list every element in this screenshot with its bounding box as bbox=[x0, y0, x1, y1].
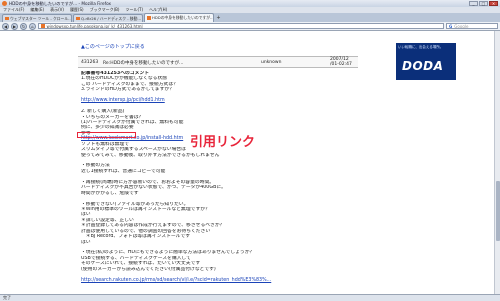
address-bar[interactable]: windowsxp.tunlife.pasokona.jp/_k/_431263… bbox=[38, 22, 444, 30]
page-viewport: ▲このページのトップに戻る 431263 Re:HDDの中身を移動したいのですが… bbox=[0, 31, 500, 294]
quote-link-annotation: 引用リンク bbox=[190, 135, 256, 150]
tab-label: HDDの中身を移動したいのですが… bbox=[152, 15, 214, 20]
quote-link-highlight bbox=[77, 132, 136, 138]
tab-favicon-icon bbox=[76, 16, 80, 21]
tab-hard-disk[interactable]: Q-rBr26 / ハードディスク - 移動… bbox=[73, 14, 143, 22]
tab-label: Q-rBr26 / ハードディスク - 移動… bbox=[81, 15, 142, 21]
tab-label: ウェブマスター ツール - クロール… bbox=[10, 15, 72, 21]
ad-tagline: いい転職に、出会える場所。 bbox=[398, 45, 444, 49]
window-controls: _ □ × bbox=[469, 1, 498, 6]
site-favicon-icon bbox=[41, 24, 45, 28]
forward-button[interactable]: ▶ bbox=[11, 22, 18, 30]
google-icon: G bbox=[449, 23, 453, 29]
firefox-icon bbox=[2, 1, 7, 6]
scrollbar-thumb[interactable] bbox=[496, 181, 500, 241]
ad-brand: DODA bbox=[402, 59, 444, 73]
back-to-top-link[interactable]: ▲このページのトップに戻る bbox=[81, 43, 145, 50]
tab-favicon-icon bbox=[5, 16, 9, 21]
maximize-button[interactable]: □ bbox=[479, 1, 488, 6]
entry-date: 2007/12/01-02:47 bbox=[330, 57, 352, 67]
window-title: HDDの中身を移動したいのですが… - Mozilla Firefox bbox=[9, 0, 112, 6]
reload-button[interactable]: ↻ bbox=[20, 22, 27, 30]
back-button[interactable]: ◀ bbox=[2, 22, 9, 30]
tab-favicon-icon bbox=[147, 16, 151, 20]
comment-link[interactable]: http://search.rakuten.co.jp/rms/sd/searc… bbox=[81, 278, 356, 283]
search-placeholder: Google bbox=[454, 23, 469, 29]
page-content: ▲このページのトップに戻る 431263 Re:HDDの中身を移動したいのですが… bbox=[70, 31, 360, 294]
close-button[interactable]: × bbox=[489, 1, 498, 6]
status-bar: 完了 bbox=[0, 294, 500, 301]
entry-subject[interactable]: Re:HDDの中身を移動したいのですが… bbox=[103, 60, 184, 66]
new-tab-button[interactable]: + bbox=[215, 15, 222, 22]
doda-ad-banner[interactable]: いい転職に、出会える場所。 DODA bbox=[396, 43, 456, 80]
search-input[interactable]: G Google bbox=[446, 22, 498, 30]
entry-author: unknown bbox=[261, 60, 282, 65]
vertical-scrollbar[interactable] bbox=[494, 31, 500, 294]
entry-id: 431263 bbox=[81, 60, 99, 65]
address-url: windowsxp.tunlife.pasokona.jp/_k/_431263… bbox=[46, 23, 143, 29]
comment-body: 記事番号431253へのコメント 1.現在のHDDCがが機能しなくなる状態 この ハ… bbox=[81, 71, 356, 283]
home-button[interactable]: ⌂ bbox=[29, 22, 36, 30]
window-titlebar: HDDの中身を移動したいのですが… - Mozilla Firefox _ □ … bbox=[0, 0, 500, 7]
tab-hdd-question[interactable]: HDDの中身を移動したいのですが… × bbox=[144, 13, 214, 22]
entry-date-line2: /01-02:47 bbox=[330, 61, 352, 67]
status-text: 完了 bbox=[3, 295, 11, 300]
tab-webmaster-tools[interactable]: ウェブマスター ツール - クロール… bbox=[2, 14, 72, 22]
tab-bar: ウェブマスター ツール - クロール… Q-rBr26 / ハードディスク - … bbox=[0, 13, 500, 22]
entry-row: 431263 Re:HDDの中身を移動したいのですが… unknown 2007… bbox=[78, 56, 358, 68]
navigation-toolbar: ◀ ▶ ↻ ⌂ windowsxp.tunlife.pasokona.jp/_k… bbox=[0, 22, 500, 31]
minimize-button[interactable]: _ bbox=[469, 1, 478, 6]
